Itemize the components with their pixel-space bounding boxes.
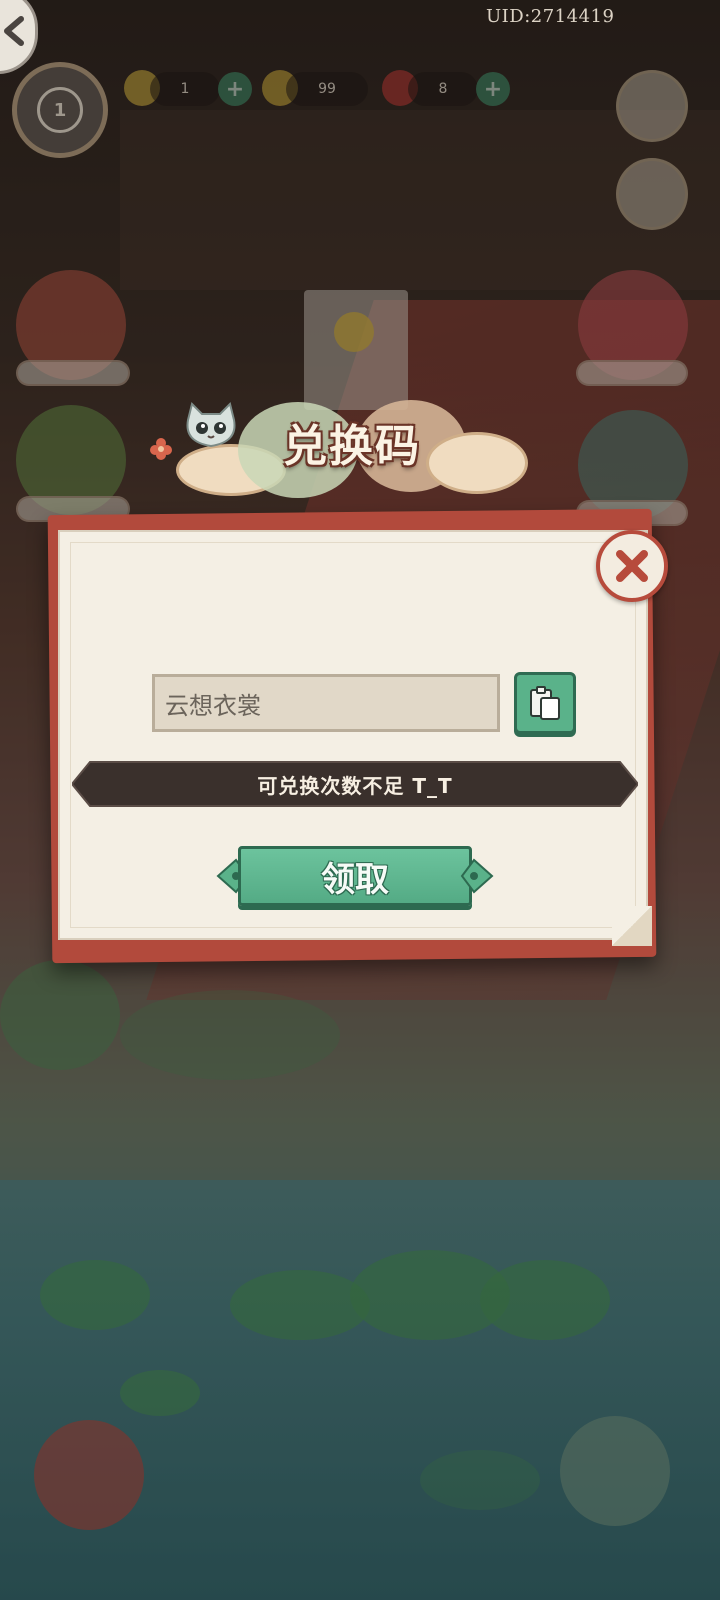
status-message: 可兑换次数不足 T_T: [257, 773, 453, 798]
redeem-code-input[interactable]: [152, 674, 500, 732]
flower-icon: [150, 438, 172, 460]
close-icon: [616, 550, 648, 582]
claim-button[interactable]: 领取: [238, 846, 472, 906]
chevron-left-icon: [4, 16, 24, 46]
right-ornament-icon: [460, 858, 494, 894]
paste-button[interactable]: [514, 672, 576, 734]
clipboard-icon: [530, 686, 560, 720]
user-id: UID:2714419: [486, 6, 615, 27]
close-button[interactable]: [596, 530, 668, 602]
message-bar: 可兑换次数不足 T_T: [72, 758, 638, 810]
paper-corner-fold: [612, 906, 652, 946]
game-screen: 1 1 + 99 8 + UID:2714419 兑换码 云想衣裳 可兑换次数不…: [0, 0, 720, 1600]
claim-button-group: 领取: [214, 846, 496, 908]
cat-mascot-icon: [186, 402, 236, 448]
